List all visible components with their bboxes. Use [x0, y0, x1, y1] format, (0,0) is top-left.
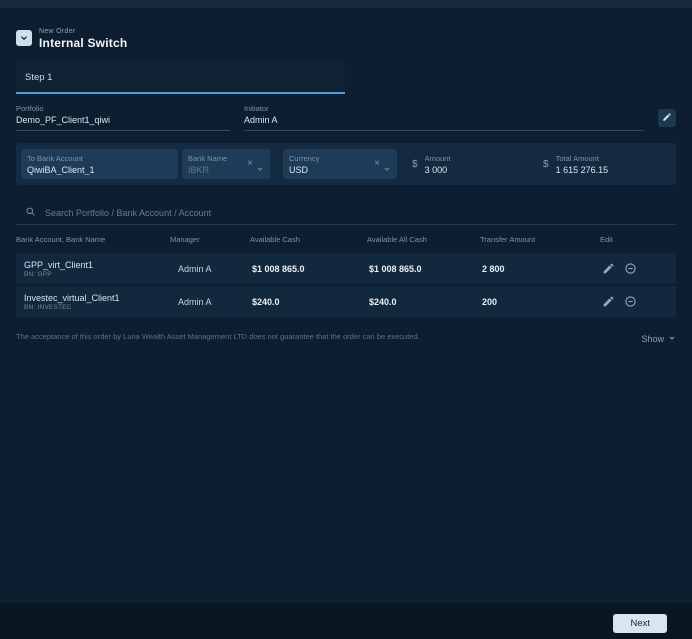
portfolio-label: Portfolio	[16, 104, 44, 113]
portfolio-field[interactable]: Portfolio Demo_PF_Client1_qiwi	[16, 104, 230, 131]
switch-form-panel: To Bank Account QiwiBA_Client_1 Bank Nam…	[16, 143, 676, 185]
edit-cell	[600, 262, 676, 275]
table-row[interactable]: Investec_virtual_Client1 BN: INVESTEC Ad…	[16, 286, 676, 317]
pencil-icon	[662, 110, 672, 125]
header-text: New Order Internal Switch	[39, 28, 127, 50]
remove-row-button[interactable]	[624, 295, 637, 308]
minus-circle-icon	[624, 262, 637, 275]
bottom-bar: Next	[0, 603, 692, 639]
tab-step-1[interactable]: Step 1	[16, 62, 345, 94]
account-cell: Investec_virtual_Client1 BN: INVESTEC	[16, 293, 170, 311]
new-order-page: New Order Internal Switch Step 1 Portfol…	[0, 0, 692, 639]
portfolio-value: Demo_PF_Client1_qiwi	[16, 115, 111, 125]
initiator-value: Admin A	[244, 115, 278, 125]
column-header-available-all-cash: Available All Cash	[367, 235, 427, 244]
order-summary-fields: Portfolio Demo_PF_Client1_qiwi Initiator…	[16, 104, 676, 131]
search-bar	[16, 201, 676, 225]
account-bank-name: BN: INVESTEC	[24, 303, 72, 311]
transfer-amount-cell: 200	[482, 296, 498, 307]
table-header-row: Bank Account, Bank Name Manager Availabl…	[16, 235, 676, 244]
total-amount-value: 1 615 276.15	[555, 164, 609, 175]
pencil-icon	[602, 262, 615, 275]
transfer-amount-cell: 2 800	[482, 263, 505, 274]
account-cell: GPP_virt_Client1 BN: GPP	[16, 260, 170, 278]
pencil-icon	[602, 295, 615, 308]
currency-label: Currency	[289, 153, 320, 163]
edit-row-button[interactable]	[602, 262, 615, 275]
amount-value: 3 000	[424, 164, 448, 175]
edit-order-button[interactable]	[658, 108, 676, 127]
total-amount-label: Total Amount	[555, 153, 599, 163]
column-header-manager: Manager	[170, 235, 200, 244]
available-all-cash-cell: $240.0	[369, 296, 397, 307]
edit-cell	[600, 295, 676, 308]
dollar-icon: $	[412, 158, 418, 170]
to-bank-account-select[interactable]: To Bank Account QiwiBA_Client_1	[21, 149, 178, 179]
amount-field[interactable]: $ Amount 3 000	[412, 154, 533, 175]
manager-cell: Admin A	[178, 263, 212, 274]
search-input[interactable]	[45, 207, 667, 218]
column-header-edit: Edit	[600, 235, 613, 244]
chevron-down-icon	[19, 31, 29, 46]
collapse-order-button[interactable]	[16, 30, 32, 46]
chevron-down-icon[interactable]	[256, 160, 264, 171]
page-title: Internal Switch	[39, 36, 128, 50]
top-strip	[0, 0, 692, 8]
card-footer: The acceptance of this order by Luna Wea…	[16, 332, 676, 344]
disclaimer-text: The acceptance of this order by Luna Wea…	[16, 332, 420, 341]
manager-cell: Admin A	[178, 296, 212, 307]
initiator-field[interactable]: Initiator Admin A	[244, 104, 644, 131]
amount-label: Amount	[424, 153, 451, 163]
to-bank-account-value: QiwiBA_Client_1	[27, 164, 95, 175]
dollar-icon: $	[543, 158, 549, 170]
column-header-available-cash: Available Cash	[250, 235, 300, 244]
currency-select[interactable]: Currency USD ×	[283, 149, 397, 179]
minus-circle-icon	[624, 295, 637, 308]
clear-icon[interactable]: ×	[374, 159, 380, 169]
remove-row-button[interactable]	[624, 262, 637, 275]
table-row[interactable]: GPP_virt_Client1 BN: GPP Admin A $1 008 …	[16, 253, 676, 284]
total-amount-field: $ Total Amount 1 615 276.15	[543, 154, 608, 175]
to-bank-account-label: To Bank Account	[27, 153, 83, 163]
available-cash-cell: $240.0	[252, 296, 280, 307]
search-icon	[25, 204, 36, 222]
edit-row-button[interactable]	[602, 295, 615, 308]
account-name: GPP_virt_Client1	[24, 259, 94, 270]
chevron-down-icon[interactable]	[383, 160, 391, 171]
available-cash-cell: $1 008 865.0	[252, 263, 305, 274]
next-button[interactable]: Next	[613, 614, 667, 633]
column-header-transfer-amount: Transfer Amount	[480, 235, 536, 244]
account-name: Investec_virtual_Client1	[24, 292, 120, 303]
accounts-table: Bank Account, Bank Name Manager Availabl…	[16, 235, 676, 317]
show-toggle[interactable]: Show	[641, 334, 676, 344]
clear-icon[interactable]: ×	[247, 159, 253, 169]
account-bank-name: BN: GPP	[24, 270, 52, 278]
show-label: Show	[641, 334, 664, 344]
internal-switch-card: New Order Internal Switch Step 1 Portfol…	[0, 8, 692, 603]
header: New Order Internal Switch	[16, 28, 676, 50]
new-order-overline: New Order	[39, 28, 76, 35]
bank-name-select[interactable]: Bank Name IBKR ×	[182, 149, 270, 179]
chevron-down-icon	[668, 334, 676, 344]
bank-name-label: Bank Name	[188, 153, 228, 163]
currency-value: USD	[289, 164, 309, 175]
initiator-label: Initiator	[244, 104, 269, 113]
bank-name-value: IBKR	[188, 164, 210, 175]
available-all-cash-cell: $1 008 865.0	[369, 263, 422, 274]
column-header-account: Bank Account, Bank Name	[16, 235, 106, 244]
